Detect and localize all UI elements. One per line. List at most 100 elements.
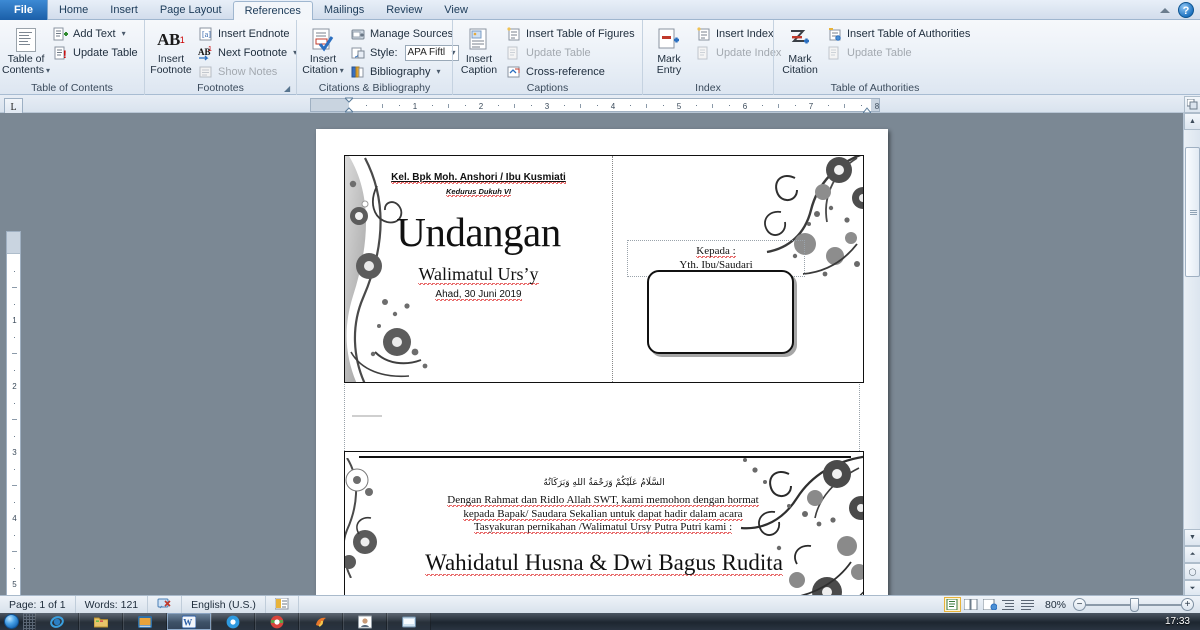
tab-home[interactable]: Home [48,0,99,20]
chevron-down-icon[interactable]: ▾ [46,66,50,75]
taskbar-chrome-icon[interactable] [211,613,255,630]
manage-sources-icon [350,26,366,42]
manage-sources-button[interactable]: Manage Sources [346,24,463,43]
zoom-out-button[interactable]: − [1073,598,1086,611]
update-index-button[interactable]: Update Index [692,43,785,62]
add-text-button[interactable]: Add Text ▾ [49,24,142,43]
toc-small-buttons: Add Text ▾ ! Update Table [47,24,142,62]
right-indent-marker[interactable] [861,103,873,114]
status-words[interactable]: Words: 121 [76,595,149,614]
tab-view[interactable]: View [433,0,479,20]
scroll-up-icon[interactable]: ▲ [1184,113,1200,130]
invitation-card-front[interactable]: Kel. Bpk Moh. Anshori / Ibu Kusmiati Ked… [344,155,864,383]
tab-file[interactable]: File [0,0,48,20]
table-of-contents-button[interactable]: Table of Contents ▾ [2,24,50,78]
footnote-superscript: 1 [179,35,185,45]
update-table-figures-button[interactable]: Update Table [502,43,639,62]
update-index-label: Update Index [716,46,782,59]
taskbar-word-icon[interactable]: W [167,613,211,630]
vertical-ruler[interactable]: 123456 [6,231,21,630]
chevron-down-icon[interactable]: ▾ [437,67,441,76]
insert-index-button[interactable]: Insert Index [692,24,785,43]
taskbar-internet-explorer-icon[interactable] [35,613,79,630]
view-outline-icon[interactable] [1001,597,1018,612]
citation-style-dropdown[interactable]: APA Fiftl ▾ [404,44,459,61]
zoom-in-button[interactable]: + [1181,598,1194,611]
zoom-slider[interactable] [1086,597,1181,613]
document-page[interactable]: Kel. Bpk Moh. Anshori / Ibu Kusmiati Ked… [316,129,888,630]
ruler-minor-tick [794,105,796,106]
ribbon-group-captions: Insert Caption Insert Table of Figures U… [452,20,642,95]
horizontal-ruler[interactable]: 1 2 3 4 5 6 7 8 [310,97,880,114]
zoom-level[interactable]: 80% [1038,599,1073,611]
insert-citation-label-2: Citation [302,64,338,76]
indent-marker[interactable] [343,97,355,113]
ruler-minor-tick [580,104,581,108]
invitation-title: Undangan [396,209,561,255]
taskbar-grip[interactable] [23,613,35,630]
minimize-ribbon-icon[interactable] [1157,3,1172,18]
previous-page-icon[interactable]: ⏶ [1184,546,1200,563]
invitation-left-panel: Kel. Bpk Moh. Anshori / Ibu Kusmiati Ked… [345,156,613,382]
proofing-errors-icon[interactable] [148,595,183,614]
cross-reference-icon [506,64,522,80]
insert-table-of-authorities-icon [827,26,843,42]
zoom-slider-handle[interactable] [1130,597,1139,612]
ruler-minor-tick [761,105,763,106]
insert-footnote-button[interactable]: AB 1 Insert Footnote [150,24,192,78]
tab-mailings[interactable]: Mailings [313,0,375,20]
select-browse-object-icon[interactable]: ◯ [1184,563,1200,580]
bibliography-button[interactable]: Bibliography ▾ [346,62,463,81]
manage-sources-label: Manage Sources [370,27,454,40]
ruler-tick: 1 [12,316,17,325]
mark-entry-icon [657,26,681,54]
group-label-footnotes: Footnotes [197,82,244,94]
scroll-down-icon[interactable]: ▼ [1184,529,1200,546]
status-language[interactable]: English (U.S.) [182,595,266,614]
add-text-label: Add Text [73,27,116,40]
cross-reference-button[interactable]: Cross-reference [502,62,639,81]
taskbar-media-player-icon[interactable] [123,613,167,630]
citation-style-control[interactable]: Style: APA Fiftl ▾ [346,43,463,62]
taskbar-firefox-icon[interactable] [299,613,343,630]
status-page[interactable]: Page: 1 of 1 [0,595,76,614]
recipient-name-box[interactable] [647,270,794,354]
ruler-minor-tick [497,105,499,106]
view-web-layout-icon[interactable] [982,597,999,612]
insert-table-of-authorities-button[interactable]: Insert Table of Authorities [823,24,974,43]
insert-table-of-figures-button[interactable]: Insert Table of Figures [502,24,639,43]
ruler-minor-tick [431,105,433,106]
scrollbar-thumb[interactable] [1185,147,1200,277]
bibliography-icon [350,64,366,80]
view-print-layout-icon[interactable] [943,597,961,612]
tab-insert[interactable]: Insert [99,0,149,20]
view-draft-icon[interactable] [1020,597,1037,612]
mark-citation-button[interactable]: Mark Citation [779,24,821,78]
taskbar-photo-icon[interactable] [343,613,387,630]
taskbar-clock[interactable]: 17:33 [1165,616,1200,627]
tab-page-layout[interactable]: Page Layout [149,0,233,20]
vertical-scrollbar[interactable]: ▲ ▼ ⏶ ◯ ⏷ [1183,96,1200,597]
help-icon[interactable]: ? [1178,2,1194,18]
insert-caption-button[interactable]: Insert Caption [458,24,500,78]
update-table-authorities-button[interactable]: Update Table [823,43,974,62]
mark-entry-button[interactable]: Mark Entry [648,24,690,78]
ribbon-top-right-controls: ? [1157,2,1194,18]
chevron-down-icon[interactable]: ▾ [122,29,126,38]
view-full-screen-reading-icon[interactable] [963,597,980,612]
update-table-toc-button[interactable]: ! Update Table [49,43,142,62]
insert-citation-button[interactable]: Insert Citation ▾ [302,24,344,78]
taskbar-app-icon[interactable] [387,613,431,630]
tab-review[interactable]: Review [375,0,433,20]
show-notes-button[interactable]: Show Notes [194,62,301,81]
taskbar-folder-icon[interactable] [79,613,123,630]
start-button[interactable] [0,613,23,630]
next-footnote-button[interactable]: AB 1 Next Footnote ▾ [194,43,301,62]
taskbar-chrome-2-icon[interactable] [255,613,299,630]
ruler-minor-tick [12,287,17,288]
ribbon-group-table-of-contents: Table of Contents ▾ Add Text ▾ ! Update … [0,20,144,95]
split-document-icon[interactable] [1184,96,1200,113]
web-macro-icon[interactable] [266,595,299,614]
insert-endnote-button[interactable]: [a] Insert Endnote [194,24,301,43]
tab-references[interactable]: References [232,1,313,21]
